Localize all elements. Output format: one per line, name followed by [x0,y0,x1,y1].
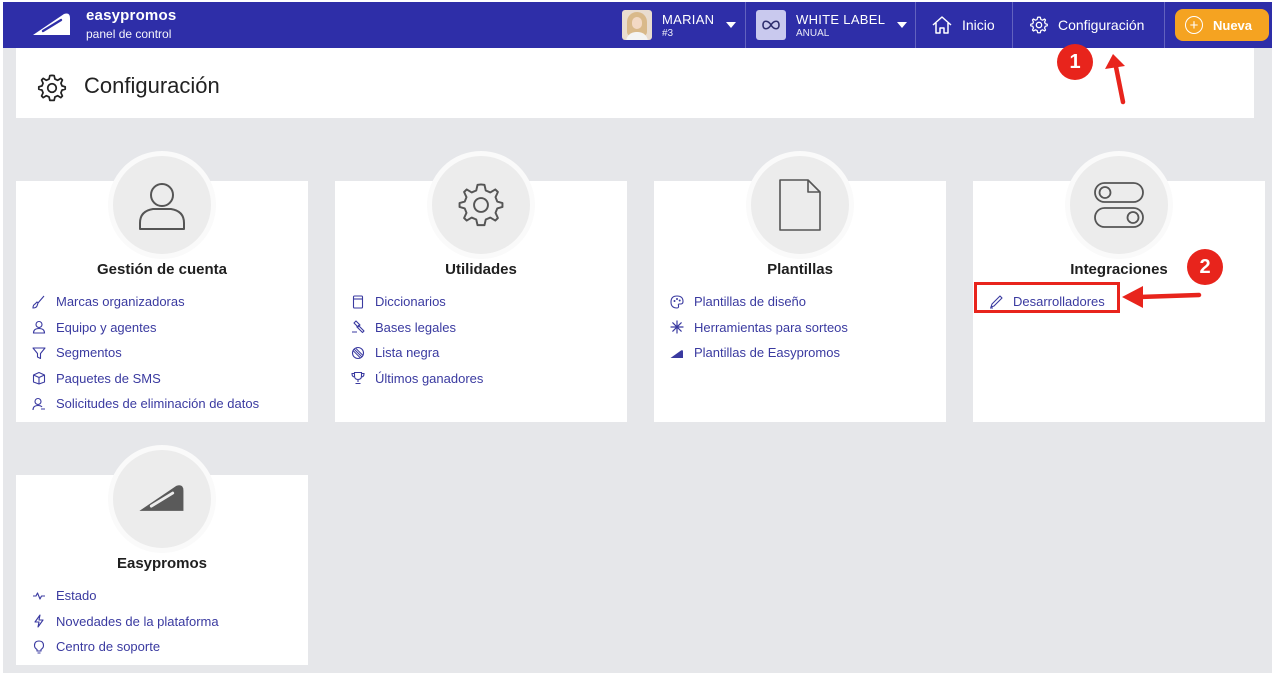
card-title: Easypromos [116,555,208,572]
annotation-arrow-icon [1122,286,1202,308]
link-platform-news[interactable]: Novedades de la plataforma [32,609,219,635]
card-easypromos: Easypromos Estado Novedades de la plataf… [16,445,308,665]
filter-icon [32,347,46,359]
nav-settings[interactable]: Configuración [1029,2,1144,48]
top-navbar: easypromos panel de control MARIAN #3 WH… [3,2,1272,48]
annotation-arrow-icon [1105,54,1126,105]
link-label: Novedades de la plataforma [56,613,219,629]
plan-menu[interactable]: WHITE LABEL ANUAL [756,2,908,48]
lightbulb-icon [33,640,45,654]
link-team[interactable]: Equipo y agentes [32,315,259,341]
new-button[interactable]: + Nueva [1175,9,1269,41]
user-icon [32,321,46,334]
link-label: Lista negra [375,345,440,361]
user-menu[interactable]: MARIAN #3 [622,2,737,48]
link-segments[interactable]: Segmentos [32,340,259,366]
link-legal-bases[interactable]: Bases legales [351,315,483,341]
plan-name: WHITE LABEL [796,11,886,27]
link-label: Equipo y agentes [56,319,157,335]
user-minus-icon [32,397,45,410]
link-support-center[interactable]: Centro de soporte [32,634,219,660]
card-title: Utilidades [445,261,517,278]
link-label: Plantillas de Easypromos [694,345,840,361]
brand-subtitle: panel de control [86,27,172,41]
card-title: Plantillas [767,261,833,278]
link-data-deletion[interactable]: Solicitudes de eliminación de datos [32,391,259,417]
link-easypromos-templates[interactable]: Plantillas de Easypromos [670,340,848,366]
link-label: Plantillas de diseño [694,294,807,310]
card-title: Gestión de cuenta [96,261,228,278]
app-frame: easypromos panel de control MARIAN #3 WH… [3,2,1272,673]
ban-icon [351,346,365,359]
easypromos-logo-icon [108,445,216,553]
user-name: MARIAN [662,11,715,27]
link-dictionaries[interactable]: Diccionarios [351,289,483,315]
nav-home[interactable]: Inicio [931,2,995,48]
plus-icon: + [1185,16,1203,34]
annotation-badge: 1 [1057,44,1093,80]
link-label: Últimos ganadores [375,370,484,386]
home-label: Inicio [962,17,995,33]
link-label: Herramientas para sorteos [694,319,848,335]
toggles-icon [1065,151,1173,259]
sparkle-icon [670,320,684,334]
page-title: Configuración [84,73,220,98]
book-icon [352,295,364,309]
document-icon [746,151,854,259]
annotation-highlight-box [974,282,1120,313]
brand-name: easypromos [86,7,177,24]
link-label: Solicitudes de eliminación de datos [56,396,260,412]
trophy-icon [351,372,365,385]
home-icon [932,16,952,34]
card-templates: Plantillas Plantillas de diseño Herramie… [654,151,946,422]
easypromos-logo-icon[interactable] [31,11,73,39]
card-account-management: Gestión de cuenta Marcas organizadoras E… [16,151,308,422]
user-id: #3 [662,27,674,39]
link-label: Estado [56,588,97,604]
link-label: Marcas organizadoras [56,294,185,310]
palette-icon [670,295,684,309]
chevron-down-icon [897,22,908,28]
chevron-down-icon [726,22,737,28]
gear-icon [37,74,67,102]
avatar [622,10,652,40]
plan-period: ANUAL [796,27,830,39]
gear-icon [427,151,535,259]
link-brands[interactable]: Marcas organizadoras [32,289,259,315]
link-blacklist[interactable]: Lista negra [351,340,483,366]
easypromos-logo-icon [670,349,683,358]
brush-icon [32,295,45,309]
link-label: Diccionarios [375,294,446,310]
link-label: Segmentos [56,345,122,361]
gavel-icon [352,320,365,334]
link-label: Centro de soporte [56,639,161,655]
link-sms-packages[interactable]: Paquetes de SMS [32,366,259,392]
gear-icon [1030,16,1048,34]
link-label: Paquetes de SMS [56,370,161,386]
new-label: Nueva [1213,17,1253,33]
card-utilities: Utilidades Diccionarios Bases legales Li… [335,151,627,422]
settings-label: Configuración [1058,17,1145,33]
link-last-winners[interactable]: Últimos ganadores [351,366,483,392]
link-label: Bases legales [375,319,456,335]
link-raffle-tools[interactable]: Herramientas para sorteos [670,315,848,341]
infinity-icon [756,10,786,40]
bolt-icon [34,614,44,628]
link-design-templates[interactable]: Plantillas de diseño [670,289,848,315]
pulse-icon [33,592,45,600]
box-icon [32,372,46,385]
link-status[interactable]: Estado [32,583,219,609]
user-icon [108,151,216,259]
